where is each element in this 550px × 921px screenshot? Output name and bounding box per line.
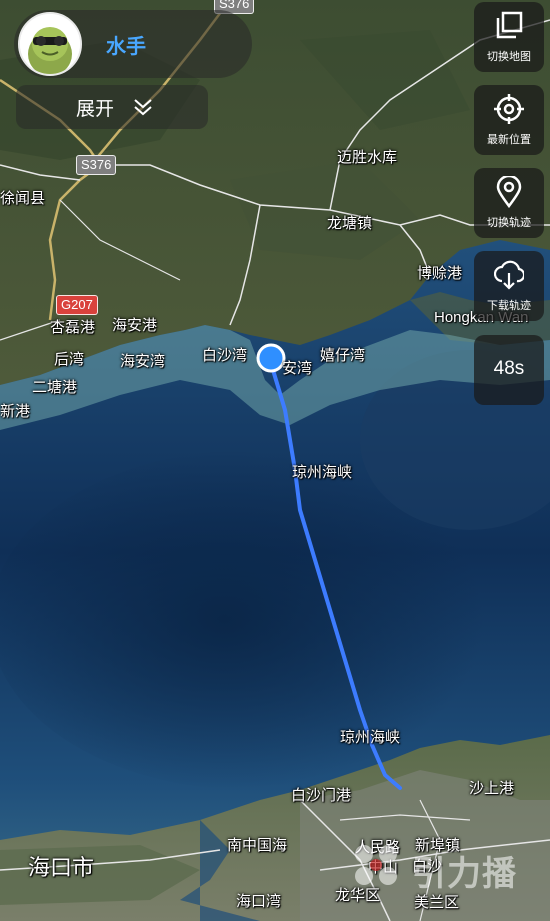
map-label: 安湾	[282, 359, 313, 377]
download-track-label: 下载轨迹	[487, 299, 531, 312]
map-label: 海安湾	[120, 352, 166, 370]
map-label: 博赊港	[417, 264, 463, 282]
map-label: 杏磊港	[50, 318, 96, 336]
map-label: 白沙湾	[202, 346, 248, 364]
timer-countdown: 48s	[493, 358, 525, 379]
map-label: 后湾	[54, 350, 85, 368]
user-name: 水手	[106, 34, 146, 58]
latest-position-button[interactable]: 最新位置	[474, 85, 544, 155]
map-label: 新港	[0, 402, 31, 420]
map-label: 南中国海	[227, 836, 288, 854]
switch-map-button[interactable]: 切换地图	[474, 2, 544, 72]
watermark: 引力播	[350, 840, 540, 894]
satellite-map[interactable]	[0, 0, 550, 921]
cloud-download-icon	[493, 259, 526, 291]
layers-icon	[494, 10, 524, 42]
double-chevron-down-icon	[132, 96, 154, 122]
map-label: 海安港	[112, 316, 158, 334]
map-label: 琼州海峡	[340, 728, 401, 746]
expand-label: 展开	[76, 98, 115, 120]
switch-track-label: 切换轨迹	[487, 216, 531, 229]
map-label: 迈胜水库	[337, 148, 398, 166]
download-track-button[interactable]: 下载轨迹	[474, 251, 544, 321]
map-label: 琼州海峡	[292, 463, 353, 481]
map-pin-icon	[494, 174, 524, 209]
switch-map-label: 切换地图	[487, 50, 531, 63]
refresh-timer[interactable]: 48s	[474, 335, 544, 405]
expand-button[interactable]: 展开	[16, 85, 208, 129]
route-badge-g207: G207	[56, 295, 98, 315]
avatar[interactable]	[18, 12, 82, 76]
route-badge-s376: S376	[76, 155, 117, 175]
switch-track-button[interactable]: 切换轨迹	[474, 168, 544, 238]
locate-target-icon	[494, 93, 524, 125]
map-label: 二塘港	[32, 378, 78, 396]
watermark-text: 引力播	[412, 854, 517, 894]
map-label: 海口市	[28, 856, 95, 881]
map-label: 徐闻县	[0, 189, 46, 207]
map-label: 沙上港	[469, 779, 515, 797]
latest-position-label: 最新位置	[487, 133, 531, 146]
map-label: 龙塘镇	[327, 214, 373, 232]
current-position-marker	[256, 343, 286, 373]
map-label: 白沙门港	[291, 786, 352, 804]
watermark-logo-icon	[355, 845, 397, 885]
map-label: 嬉仔湾	[320, 346, 366, 364]
map-label: 海口湾	[236, 892, 282, 910]
user-profile-pill[interactable]: 水手	[14, 10, 252, 78]
